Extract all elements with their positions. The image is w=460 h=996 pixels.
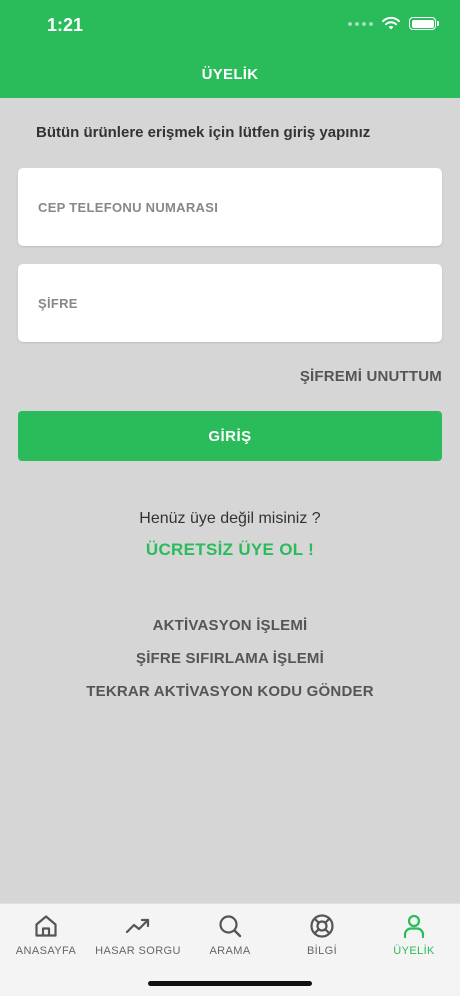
trending-up-icon [125,918,150,934]
tab-info[interactable]: BİLGİ [276,912,368,957]
home-icon [35,915,57,937]
lifebuoy-icon [310,914,334,938]
search-icon [219,915,242,938]
tab-label: ARAMA [209,945,251,957]
tab-damage-query[interactable]: HASAR SORGU [92,912,184,957]
not-member-text: Henüz üye değil misiniz ? [139,510,321,527]
phone-input[interactable] [18,168,442,246]
activation-link[interactable]: AKTİVASYON İŞLEMİ [0,617,460,634]
tab-search[interactable]: ARAMA [184,912,276,957]
password-reset-link[interactable]: ŞİFRE SIFIRLAMA İŞLEMİ [0,650,460,667]
resend-activation-code-link[interactable]: TEKRAR AKTİVASYON KODU GÖNDER [0,683,460,700]
tab-label: ANASAYFA [15,945,77,957]
tab-label: HASAR SORGU [95,945,181,957]
signal-icon [348,21,373,26]
login-button[interactable]: GİRİŞ [18,411,442,461]
tab-home[interactable]: ANASAYFA [0,912,92,957]
tab-membership[interactable]: ÜYELİK [368,912,460,957]
intro-text: Bütün ürünlere erişmek için lütfen giriş… [36,124,371,141]
phone-field-container [18,168,442,246]
register-link[interactable]: ÜCRETSİZ ÜYE OL ! [0,540,460,560]
status-icons [348,16,439,31]
tab-label: BİLGİ [306,945,338,957]
user-icon [403,914,425,939]
wifi-icon [382,16,400,30]
battery-icon [409,17,439,30]
status-time: 1:21 [47,15,84,35]
password-input[interactable] [18,264,442,342]
forgot-password-link[interactable]: ŞİFREMİ UNUTTUM [300,368,442,385]
password-field-container [18,264,442,342]
page-title: ÜYELİK [201,66,259,83]
app-header: 1:21 ÜYELİK [0,0,460,98]
tab-label: ÜYELİK [393,945,435,957]
home-indicator [148,981,312,986]
